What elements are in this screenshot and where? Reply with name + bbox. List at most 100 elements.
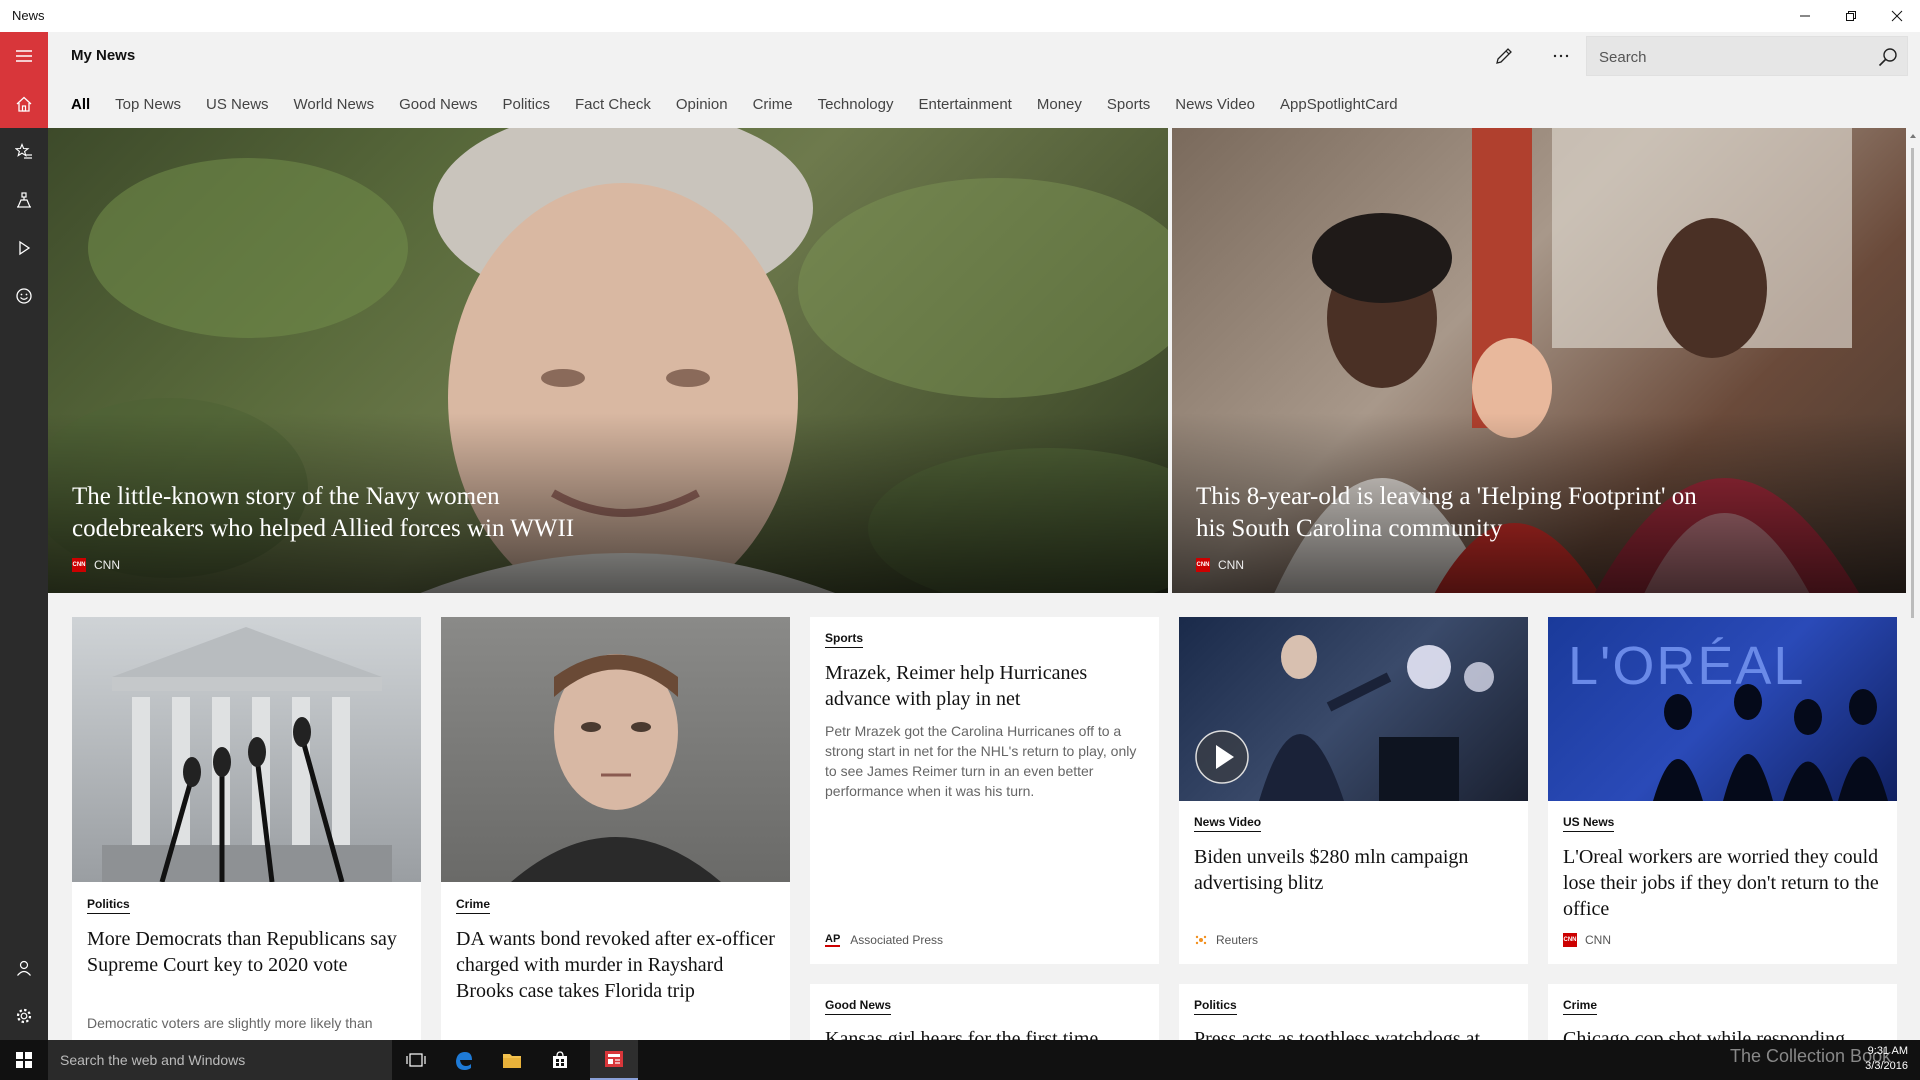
card-7-category[interactable]: Politics bbox=[1194, 998, 1237, 1015]
tab-fact-check[interactable]: Fact Check bbox=[575, 96, 651, 113]
nav-home-button[interactable] bbox=[0, 80, 48, 128]
tab-us-news[interactable]: US News bbox=[206, 96, 269, 113]
card-8-title[interactable]: Chicago cop shot while responding bbox=[1563, 1026, 1883, 1040]
minimize-button[interactable] bbox=[1782, 0, 1828, 32]
tab-all[interactable]: All bbox=[71, 96, 90, 113]
card-4-title[interactable]: Biden unveils $280 mln campaign advertis… bbox=[1194, 844, 1514, 896]
nav-video-button[interactable] bbox=[0, 224, 48, 272]
taskbar-clock[interactable]: 9:31 AM 3/3/2016 bbox=[1865, 1044, 1908, 1074]
search-input[interactable] bbox=[1599, 47, 1859, 67]
task-view-button[interactable] bbox=[392, 1040, 440, 1080]
nav-settings-button[interactable] bbox=[0, 992, 48, 1040]
taskbar-edge-button[interactable] bbox=[440, 1040, 488, 1080]
card-6-category[interactable]: Good News bbox=[825, 998, 892, 1015]
smiley-icon bbox=[16, 288, 32, 304]
tab-entertainment[interactable]: Entertainment bbox=[918, 96, 1011, 113]
card-2-image bbox=[441, 617, 790, 882]
folder-icon bbox=[503, 1054, 521, 1068]
nav-good-news-button[interactable] bbox=[0, 272, 48, 320]
play-icon bbox=[19, 240, 31, 256]
tab-top-news[interactable]: Top News bbox=[115, 96, 181, 113]
left-nav-rail bbox=[0, 32, 48, 1040]
taskbar-file-explorer-button[interactable] bbox=[488, 1040, 536, 1080]
hero-1-source: CNN CNN bbox=[72, 558, 120, 572]
card-5-category[interactable]: US News bbox=[1563, 815, 1615, 832]
hero-1-title[interactable]: The little-known story of the Navy women… bbox=[72, 481, 632, 545]
card-3-source-name: Associated Press bbox=[850, 933, 943, 947]
restore-icon bbox=[1846, 11, 1856, 21]
clock-date: 3/3/2016 bbox=[1865, 1060, 1908, 1072]
story-card-6[interactable]: Good News Kansas girl hears for the firs… bbox=[810, 984, 1159, 1040]
story-card-1[interactable]: Politics More Democrats than Republicans… bbox=[72, 617, 421, 1040]
hero-story-2[interactable]: This 8-year-old is leaving a 'Helping Fo… bbox=[1172, 128, 1906, 593]
story-card-7[interactable]: Politics Press acts as toothless watchdo… bbox=[1179, 984, 1528, 1040]
card-3-description: Petr Mrazek got the Carolina Hurricanes … bbox=[825, 723, 1137, 799]
taskbar-store-button[interactable] bbox=[536, 1040, 584, 1080]
tab-world-news[interactable]: World News bbox=[294, 96, 375, 113]
tab-crime[interactable]: Crime bbox=[753, 96, 793, 113]
close-button[interactable] bbox=[1874, 0, 1920, 32]
story-card-2[interactable]: Crime DA wants bond revoked after ex-off… bbox=[441, 617, 790, 1040]
tab-app-spotlight-card[interactable]: AppSpotlightCard bbox=[1280, 96, 1398, 113]
tab-news-video[interactable]: News Video bbox=[1175, 96, 1255, 113]
story-card-8[interactable]: Crime Chicago cop shot while responding bbox=[1548, 984, 1897, 1040]
cnn-logo-icon: CNN bbox=[72, 558, 86, 572]
hero-2-title[interactable]: This 8-year-old is leaving a 'Helping Fo… bbox=[1196, 481, 1716, 545]
scrollbar-track bbox=[1910, 134, 1916, 618]
hero-2-source-name: CNN bbox=[1218, 558, 1244, 572]
search-icon[interactable] bbox=[1877, 46, 1899, 68]
card-2-category[interactable]: Crime bbox=[456, 897, 491, 914]
gear-icon bbox=[16, 1008, 32, 1024]
reuters-logo-icon bbox=[1195, 935, 1207, 945]
tab-good-news[interactable]: Good News bbox=[399, 96, 477, 113]
card-8-category[interactable]: Crime bbox=[1563, 998, 1598, 1015]
tab-technology[interactable]: Technology bbox=[818, 96, 894, 113]
vertical-scrollbar[interactable] bbox=[1906, 128, 1920, 1040]
card-1-image bbox=[72, 617, 421, 882]
story-card-5[interactable]: L'ORÉAL US News L'Oreal workers are worr… bbox=[1548, 617, 1897, 964]
card-4-image bbox=[1179, 617, 1528, 801]
scroll-up-arrow-icon bbox=[1910, 134, 1916, 138]
pencil-icon bbox=[1496, 48, 1512, 64]
edit-button[interactable] bbox=[1490, 42, 1518, 70]
card-6-title[interactable]: Kansas girl hears for the first time bbox=[825, 1026, 1145, 1040]
story-card-4[interactable]: News Video Biden unveils $280 mln campai… bbox=[1179, 617, 1528, 964]
card-4-category[interactable]: News Video bbox=[1194, 815, 1262, 832]
card-7-title[interactable]: Press acts as toothless watchdogs at bbox=[1194, 1026, 1514, 1040]
card-5-image: L'ORÉAL bbox=[1548, 617, 1897, 801]
nav-interests-button[interactable] bbox=[0, 128, 48, 176]
card-5-source: CNN CNN bbox=[1563, 933, 1611, 947]
card-1-description: Democratic voters are slightly more like… bbox=[87, 1015, 373, 1031]
taskbar-news-app-button[interactable] bbox=[590, 1040, 638, 1080]
windows-logo-icon bbox=[16, 1052, 32, 1068]
cnn-logo-icon: CNN bbox=[1563, 933, 1577, 947]
local-icon bbox=[17, 192, 31, 208]
search-box[interactable] bbox=[1586, 36, 1908, 76]
card-1-title[interactable]: More Democrats than Republicans say Supr… bbox=[87, 926, 407, 978]
more-options-button[interactable] bbox=[1547, 42, 1575, 70]
tab-money[interactable]: Money bbox=[1037, 96, 1082, 113]
card-3-category[interactable]: Sports bbox=[825, 631, 864, 648]
card-3-source: AP Associated Press bbox=[825, 933, 943, 947]
hamburger-menu-button[interactable] bbox=[0, 32, 48, 80]
home-icon bbox=[16, 96, 32, 112]
start-button[interactable] bbox=[0, 1040, 48, 1080]
card-2-title[interactable]: DA wants bond revoked after ex-officer c… bbox=[456, 926, 776, 1004]
card-5-title[interactable]: L'Oreal workers are worried they could l… bbox=[1563, 844, 1883, 922]
person-icon bbox=[17, 960, 31, 976]
tab-opinion[interactable]: Opinion bbox=[676, 96, 728, 113]
nav-account-button[interactable] bbox=[0, 944, 48, 992]
card-3-title[interactable]: Mrazek, Reimer help Hurricanes advance w… bbox=[825, 660, 1145, 712]
star-list-icon bbox=[15, 143, 32, 159]
nav-local-button[interactable] bbox=[0, 176, 48, 224]
taskbar-search-box[interactable]: Search the web and Windows bbox=[48, 1040, 392, 1080]
hero-story-1[interactable]: The little-known story of the Navy women… bbox=[48, 128, 1168, 593]
app-header: My News bbox=[48, 32, 1920, 80]
tab-sports[interactable]: Sports bbox=[1107, 96, 1150, 113]
category-tabs: All Top News US News World News Good New… bbox=[48, 80, 1920, 128]
story-card-3[interactable]: Sports Mrazek, Reimer help Hurricanes ad… bbox=[810, 617, 1159, 964]
hero-1-source-name: CNN bbox=[94, 558, 120, 572]
restore-button[interactable] bbox=[1828, 0, 1874, 32]
tab-politics[interactable]: Politics bbox=[503, 96, 551, 113]
card-1-category[interactable]: Politics bbox=[87, 897, 130, 914]
